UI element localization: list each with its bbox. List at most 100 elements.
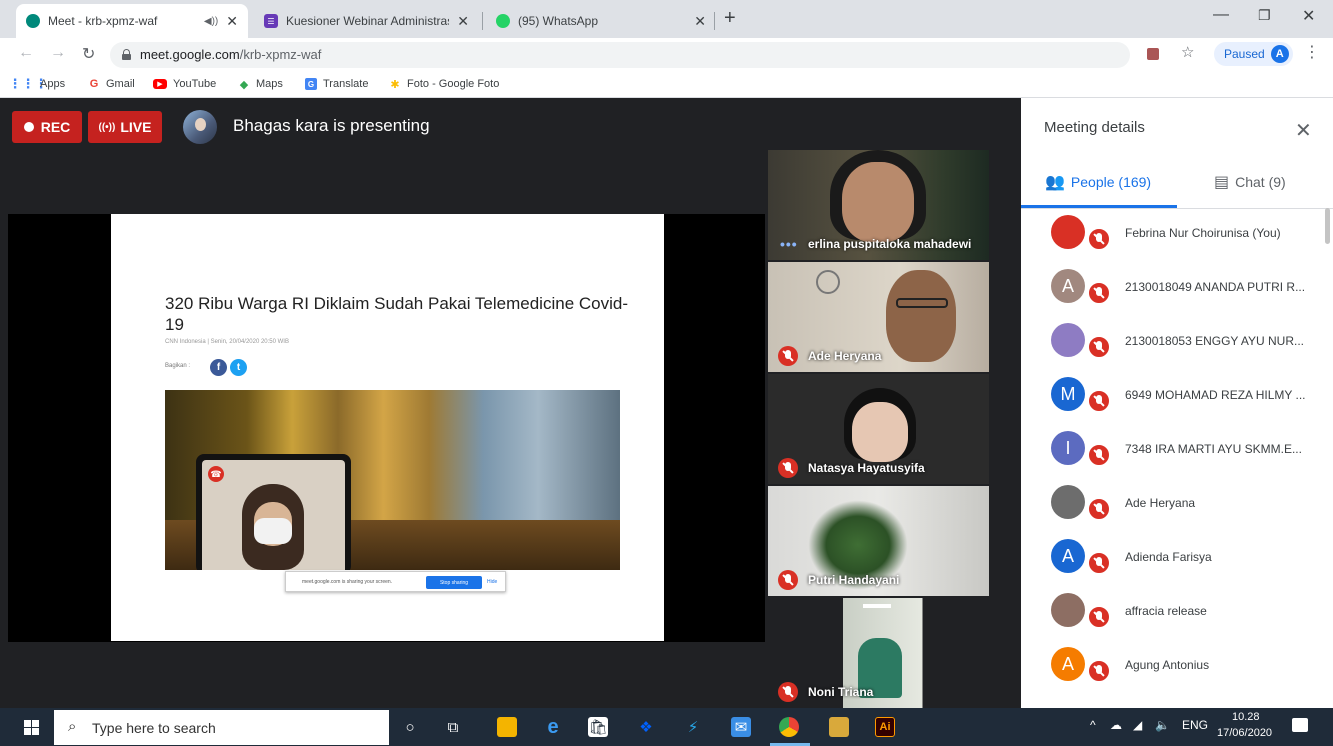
- clock-date[interactable]: 17/06/2020: [1217, 727, 1272, 739]
- url-text[interactable]: meet.google.com/krb-xpmz-waf: [140, 47, 321, 62]
- participant-tile[interactable]: Natasya Hayatusyifa: [768, 374, 989, 484]
- close-tab-icon[interactable]: ✕: [226, 13, 238, 30]
- close-panel-icon[interactable]: ✕: [1295, 118, 1312, 143]
- translate-icon: G: [305, 78, 317, 90]
- task-view-icon[interactable]: ⧉: [443, 717, 463, 737]
- participant-avatar: [1051, 485, 1085, 519]
- onedrive-icon[interactable]: ☁: [1110, 718, 1122, 732]
- rec-label: REC: [40, 119, 71, 135]
- tab-kuesioner[interactable]: ☰ Kuesioner Webinar Administrasi ✕: [254, 4, 479, 38]
- muted-mic-icon: [1087, 227, 1111, 251]
- bookmark-maps[interactable]: ◆ Maps: [238, 78, 283, 91]
- scrollbar[interactable]: [1325, 208, 1330, 244]
- extension-icon[interactable]: [1147, 48, 1159, 60]
- vscode-icon[interactable]: ⚡: [683, 717, 703, 737]
- bookmark-label: Maps: [256, 78, 283, 90]
- participant-tile[interactable]: Ade Heryana: [768, 262, 989, 372]
- rec-button[interactable]: REC: [12, 111, 82, 143]
- stop-sharing-button[interactable]: Stop sharing: [426, 576, 482, 589]
- participant-avatar: [1051, 593, 1085, 627]
- participant-name: Ade Heryana: [1125, 496, 1196, 510]
- participant-row[interactable]: Febrina Nur Choirunisa (You): [1021, 208, 1321, 262]
- mail-icon[interactable]: ✉: [731, 717, 751, 737]
- store-icon[interactable]: 🛍: [588, 717, 608, 737]
- participant-tile[interactable]: Putri Handayani: [768, 486, 989, 596]
- tab-whatsapp[interactable]: (95) WhatsApp ✕: [486, 4, 716, 38]
- profile-button[interactable]: Paused A: [1214, 42, 1293, 66]
- bookmark-gmail[interactable]: G Gmail: [88, 78, 135, 90]
- participant-avatar: [1051, 215, 1085, 249]
- participant-row[interactable]: A 2130018049 ANANDA PUTRI R...: [1021, 262, 1321, 316]
- dropbox-icon[interactable]: ❖: [636, 717, 656, 737]
- language-indicator[interactable]: ENG: [1182, 718, 1208, 732]
- bookmark-apps[interactable]: ⋮⋮⋮ Apps: [9, 76, 66, 91]
- participant-name: Adienda Farisya: [1125, 550, 1212, 564]
- bookmark-photos[interactable]: ✱ Foto - Google Foto: [389, 78, 499, 91]
- people-icon: 👥: [1045, 174, 1065, 191]
- windows-start-icon[interactable]: [24, 720, 39, 735]
- participant-row[interactable]: Ade Heryana: [1021, 478, 1321, 532]
- omnibox[interactable]: meet.google.com/krb-xpmz-waf: [110, 42, 1130, 68]
- bookmark-translate[interactable]: G Translate: [305, 78, 368, 90]
- live-button[interactable]: ((•)) LIVE: [88, 111, 162, 143]
- tray-chevron-icon[interactable]: ^: [1090, 718, 1096, 732]
- bookmark-label: Translate: [323, 78, 369, 90]
- participant-name: 2130018053 ENGGY AYU NUR...: [1125, 334, 1304, 348]
- participant-name: affracia release: [1125, 604, 1207, 618]
- participant-avatar: A: [1051, 539, 1085, 573]
- bookmark-youtube[interactable]: ▶ YouTube: [153, 78, 216, 90]
- article-meta: CNN Indonesia | Senin, 20/04/2020 20:50 …: [165, 339, 289, 345]
- notification-center-icon[interactable]: [1292, 718, 1308, 732]
- participant-row[interactable]: 2130018053 ENGGY AYU NUR...: [1021, 316, 1321, 370]
- minimize-icon[interactable]: —: [1213, 6, 1229, 24]
- participant-row[interactable]: affracia release: [1021, 586, 1321, 640]
- forward-arrow-icon[interactable]: →: [50, 44, 66, 62]
- glasses: [896, 298, 948, 308]
- tab-separator: [714, 12, 715, 30]
- volume-icon[interactable]: 🔈: [1155, 718, 1170, 732]
- participant-tile[interactable]: Noni Triana: [768, 598, 989, 708]
- close-window-icon[interactable]: ✕: [1302, 6, 1315, 26]
- tile-face: [852, 402, 908, 462]
- tab-chat[interactable]: ▤ Chat (9): [1214, 172, 1286, 192]
- participant-name: 2130018049 ANANDA PUTRI R...: [1125, 280, 1306, 294]
- chrome-icon[interactable]: [779, 717, 799, 737]
- panel-title: Meeting details: [1044, 119, 1145, 136]
- network-icon[interactable]: ◢: [1133, 718, 1142, 732]
- speaker-icon[interactable]: ◀)): [204, 16, 218, 27]
- muted-mic-icon: [1087, 281, 1111, 305]
- record-dot-icon: [23, 122, 34, 132]
- twitter-icon: t: [230, 359, 247, 376]
- tab-meet[interactable]: Meet - krb-xpmz-waf ◀)) ✕: [16, 4, 248, 38]
- participant-row[interactable]: M 6949 MOHAMAD REZA HILMY ...: [1021, 370, 1321, 424]
- more-options-icon[interactable]: •••: [780, 236, 798, 252]
- tab-people[interactable]: 👥 People (169): [1045, 172, 1151, 192]
- clock-time[interactable]: 10.28: [1232, 711, 1260, 723]
- taskbar-search[interactable]: ⌕ Type here to search: [54, 710, 389, 745]
- new-tab-icon[interactable]: +: [724, 7, 736, 30]
- muted-mic-icon: [1087, 659, 1111, 683]
- illustrator-icon[interactable]: Ai: [875, 717, 895, 737]
- participant-name: 7348 IRA MARTI AYU SKMM.E...: [1125, 442, 1302, 456]
- participant-row[interactable]: I 7348 IRA MARTI AYU SKMM.E...: [1021, 424, 1321, 478]
- bookmark-star-icon[interactable]: ☆: [1181, 43, 1194, 61]
- browser-tab-strip: Meet - krb-xpmz-waf ◀)) ✕ ☰ Kuesioner We…: [0, 0, 1333, 38]
- close-tab-icon[interactable]: ✕: [457, 13, 469, 30]
- win-pane: [24, 720, 31, 727]
- back-arrow-icon[interactable]: ←: [18, 44, 34, 62]
- forms-favicon-icon: ☰: [264, 14, 278, 28]
- restore-icon[interactable]: ❐: [1258, 7, 1271, 24]
- game-icon[interactable]: [829, 717, 849, 737]
- lock-icon[interactable]: [122, 49, 131, 60]
- participant-row[interactable]: A Adienda Farisya: [1021, 532, 1321, 586]
- file-explorer-icon[interactable]: [497, 717, 517, 737]
- edge-icon[interactable]: e: [543, 716, 563, 738]
- participant-tile[interactable]: ••• erlina puspitaloka mahadewi: [768, 150, 989, 260]
- hide-link[interactable]: Hide: [487, 579, 497, 585]
- menu-kebab-icon[interactable]: ⋮: [1304, 42, 1320, 62]
- close-tab-icon[interactable]: ✕: [694, 13, 706, 30]
- reload-icon[interactable]: ↻: [82, 44, 95, 64]
- tablet-screen: ☎: [202, 460, 345, 570]
- participant-row[interactable]: A Agung Antonius: [1021, 640, 1321, 694]
- cortana-icon[interactable]: ○: [400, 717, 420, 737]
